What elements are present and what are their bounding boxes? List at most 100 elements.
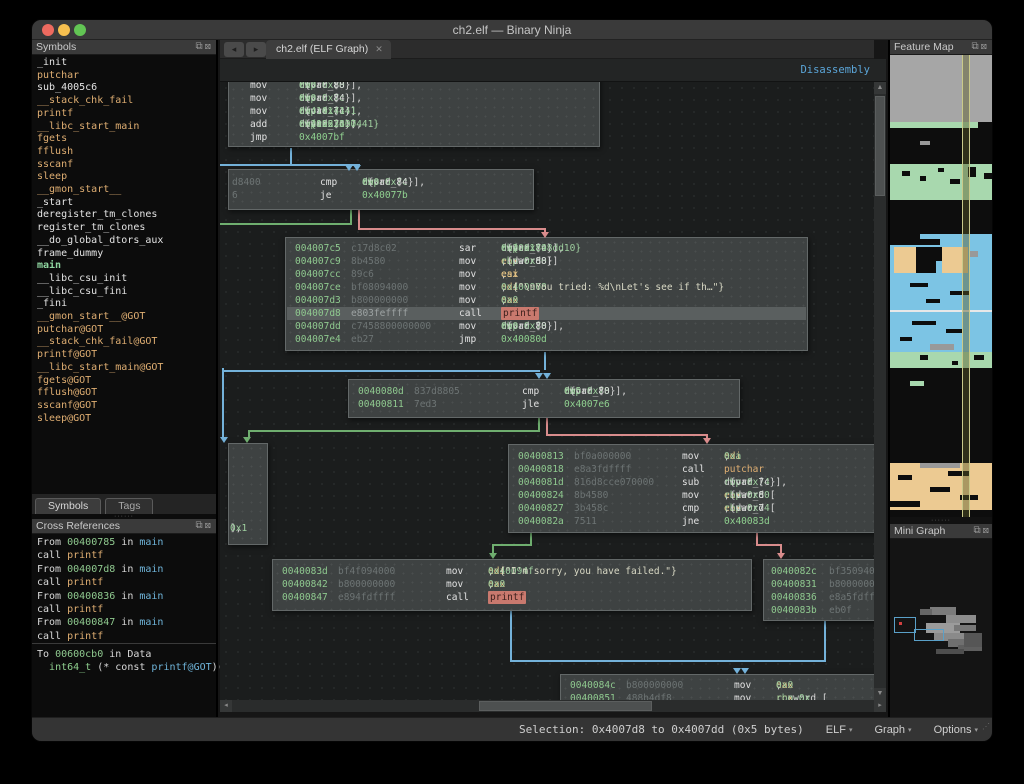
instruction-row[interactable]: 0040080d 837d8805 cmp dword [rbp-0x78 {var_… bbox=[350, 385, 738, 398]
tab-close-icon[interactable]: ✕ bbox=[375, 44, 383, 54]
instruction-row[interactable]: 00400847 e894fdffff call printf bbox=[274, 591, 750, 604]
basic-block[interactable]: 0040080d 837d8805 cmp dword [rbp-0x78 {var_… bbox=[348, 379, 740, 418]
instruction-row[interactable]: 0040083b eb0f bbox=[765, 604, 874, 617]
mini-graph[interactable] bbox=[890, 539, 992, 717]
symbol-item[interactable]: __do_global_dtors_aux bbox=[37, 235, 216, 248]
basic-block[interactable]: 0040084c b800000000 mov eax, 0x0 00400851 488… bbox=[560, 674, 874, 700]
symbol-item[interactable]: printf bbox=[37, 108, 216, 121]
instruction-row[interactable]: 00400827 3b458c cmp eax, dword [rbp-0x74 {v… bbox=[510, 502, 874, 515]
xref-entry-detail[interactable]: call printf bbox=[37, 630, 216, 643]
instruction-row[interactable]: 0040081d 816d8cce070000 sub dword [rbp-0x74… bbox=[510, 476, 874, 489]
document-tab[interactable]: ch2.elf (ELF Graph) ✕ bbox=[266, 40, 391, 59]
close-panel-icon[interactable]: ⊠ bbox=[205, 41, 213, 52]
symbol-item[interactable]: __gmon_start__ bbox=[37, 184, 216, 197]
close-panel-icon[interactable]: ⊠ bbox=[981, 41, 989, 52]
instruction-row[interactable]: 6 je 0x40077b bbox=[230, 189, 532, 202]
symbol-item[interactable]: fgets@GOT bbox=[37, 375, 216, 388]
back-button[interactable]: ◂ bbox=[224, 42, 244, 57]
instruction-row[interactable]: mov dword [rbp-0x80 {var_88}], 0x0 bbox=[230, 82, 598, 92]
resize-grip-icon[interactable]: ⋰ bbox=[982, 715, 990, 739]
instruction-row[interactable]: 00400851 488b4df8 mov rcx, qword [rbp-0x bbox=[562, 692, 874, 700]
xref-entry-detail[interactable]: call printf bbox=[37, 576, 216, 589]
pane-tab-tags[interactable]: Tags bbox=[105, 498, 154, 514]
symbol-item[interactable]: __stack_chk_fail bbox=[37, 95, 216, 108]
close-panel-icon[interactable]: ⊠ bbox=[983, 525, 991, 536]
instruction-row[interactable]: 00400824 8b4580 mov eax, dword [rbp-0x80 {v… bbox=[510, 489, 874, 502]
instruction-row[interactable]: ], 0x1 bbox=[230, 522, 266, 535]
close-panel-icon[interactable]: ⊠ bbox=[205, 520, 213, 531]
symbol-item[interactable]: register_tm_clones bbox=[37, 222, 216, 235]
symbol-item[interactable]: sub_4005c6 bbox=[37, 82, 216, 95]
xref-entry[interactable]: From 00400847 in main bbox=[37, 616, 216, 629]
instruction-row[interactable]: 00400842 b800000000 mov eax, 0x0 bbox=[274, 578, 750, 591]
instruction-row[interactable]: 004007e4 eb27 jmp 0x40080d bbox=[287, 333, 806, 346]
instruction-row[interactable]: 004007dd c7458800000000 mov dword [rbp-0x78… bbox=[287, 320, 806, 333]
xref-to-entry[interactable]: To 00600cb0 in Data bbox=[37, 648, 216, 661]
instruction-row[interactable]: jmp 0x4007bf bbox=[230, 131, 598, 144]
instruction-row[interactable]: mov dword [rbp-0x74 {var_7c}], 0x41414141 bbox=[230, 105, 598, 118]
symbol-item[interactable]: fflush@GOT bbox=[37, 387, 216, 400]
symbol-item[interactable]: __libc_start_main bbox=[37, 121, 216, 134]
xref-entry-detail[interactable]: call printf bbox=[37, 603, 216, 616]
graph-hscrollbar[interactable]: ◂ ▸ bbox=[220, 700, 886, 712]
status-menu-elf[interactable]: ELF ▾ bbox=[826, 718, 853, 741]
symbol-item[interactable]: sleep@GOT bbox=[37, 413, 216, 426]
basic-block[interactable]: mov dword [rbp-0x80 {var_88}], 0x0 mov dwor… bbox=[228, 82, 600, 147]
instruction-row[interactable]: 0040082cbf3509400 bbox=[765, 565, 874, 578]
xref-entry[interactable]: From 00400836 in main bbox=[37, 590, 216, 603]
view-mode-selector[interactable]: Disassembly bbox=[800, 59, 870, 82]
basic-block[interactable]: ], 0x1 bbox=[228, 443, 268, 545]
popout-icon[interactable]: ⧉ bbox=[971, 41, 980, 52]
instruction-row[interactable]: 004007cc 89c6 mov esi, eax bbox=[287, 268, 806, 281]
instruction-row[interactable]: 004007d8 e803feffff call printf bbox=[287, 307, 806, 320]
instruction-row[interactable]: 004007d3 b800000000 mov eax, 0x0 bbox=[287, 294, 806, 307]
hscroll-thumb[interactable] bbox=[479, 701, 652, 711]
symbol-item[interactable]: fgets bbox=[37, 133, 216, 146]
symbol-item[interactable]: main bbox=[37, 260, 216, 273]
symbol-item[interactable]: printf@GOT bbox=[37, 349, 216, 362]
popout-icon[interactable]: ⧉ bbox=[195, 41, 204, 52]
instruction-row[interactable]: d8400 cmp dword [rbp-0x7c {var_84}], 0x0 bbox=[230, 176, 532, 189]
instruction-row[interactable]: 00400811 7ed3 jle 0x4007e6 bbox=[350, 398, 738, 411]
symbol-item[interactable]: sscanf bbox=[37, 159, 216, 172]
xref-entry[interactable]: From 00400785 in main bbox=[37, 536, 216, 549]
instruction-row[interactable]: 00400836e8a5fdfff bbox=[765, 591, 874, 604]
instruction-row[interactable]: 00400818 e8a3fdffff call putchar bbox=[510, 463, 874, 476]
symbol-item[interactable]: _fini bbox=[37, 298, 216, 311]
instruction-row[interactable]: 004007c5 c17d8c02 sar dword [rbp-0x74 {var_… bbox=[287, 242, 806, 255]
vscroll-thumb[interactable] bbox=[875, 96, 885, 196]
popout-icon[interactable]: ⧉ bbox=[973, 525, 982, 536]
symbol-item[interactable]: __gmon_start__@GOT bbox=[37, 311, 216, 324]
status-menu-graph[interactable]: Graph ▾ bbox=[874, 718, 911, 741]
xref-entry-detail[interactable]: call printf bbox=[37, 549, 216, 562]
instruction-row[interactable]: add dword [rbp-0x74 {var_7c}], 0x21223300… bbox=[230, 118, 598, 131]
basic-block[interactable]: 0040082cbf350940000400831b80000000004008… bbox=[763, 559, 874, 621]
symbol-item[interactable]: fflush bbox=[37, 146, 216, 159]
symbol-item[interactable]: __stack_chk_fail@GOT bbox=[37, 336, 216, 349]
symbol-item[interactable]: deregister_tm_clones bbox=[37, 209, 216, 222]
instruction-row[interactable]: 0040084c b800000000 mov eax, 0x0 bbox=[562, 679, 874, 692]
instruction-row[interactable]: 00400831b80000000 bbox=[765, 578, 874, 591]
scroll-up-icon[interactable]: ▲ bbox=[874, 82, 886, 94]
xref-entry[interactable]: From 004007d8 in main bbox=[37, 563, 216, 576]
scroll-down-icon[interactable]: ▼ bbox=[874, 688, 886, 700]
pane-tab-symbols[interactable]: Symbols bbox=[35, 498, 102, 514]
instruction-row[interactable]: mov dword [rbp-0x7c {var_84}], 0x0 bbox=[230, 92, 598, 105]
symbol-item[interactable]: __libc_csu_fini bbox=[37, 286, 216, 299]
instruction-row[interactable]: 004007ce bf08094000 mov edi, 0x400908 {"\nY… bbox=[287, 281, 806, 294]
basic-block[interactable]: d8400 cmp dword [rbp-0x7c {var_84}], 0x0 6 j… bbox=[228, 169, 534, 210]
instruction-row[interactable]: 0040083d bf4f094000 mov edi, 0x40094f {"I'm… bbox=[274, 565, 750, 578]
scroll-right-icon[interactable]: ▸ bbox=[874, 700, 886, 712]
feature-map-cursor[interactable] bbox=[962, 55, 970, 517]
graph-canvas[interactable]: mov dword [rbp-0x80 {var_88}], 0x0 mov dwor… bbox=[220, 82, 874, 700]
symbol-item[interactable]: putchar bbox=[37, 70, 216, 83]
symbol-item[interactable]: putchar@GOT bbox=[37, 324, 216, 337]
forward-button[interactable]: ▸ bbox=[246, 42, 266, 57]
status-menu-options[interactable]: Options ▾ bbox=[934, 718, 978, 741]
graph-vscrollbar[interactable]: ▲ ▼ bbox=[874, 82, 886, 700]
instruction-row[interactable]: 00400813 bf0a000000 mov edi, 0xa bbox=[510, 450, 874, 463]
symbol-item[interactable]: _init bbox=[37, 57, 216, 70]
mini-graph-viewport[interactable] bbox=[914, 629, 944, 641]
symbol-item[interactable]: _start bbox=[37, 197, 216, 210]
popout-icon[interactable]: ⧉ bbox=[195, 520, 204, 531]
